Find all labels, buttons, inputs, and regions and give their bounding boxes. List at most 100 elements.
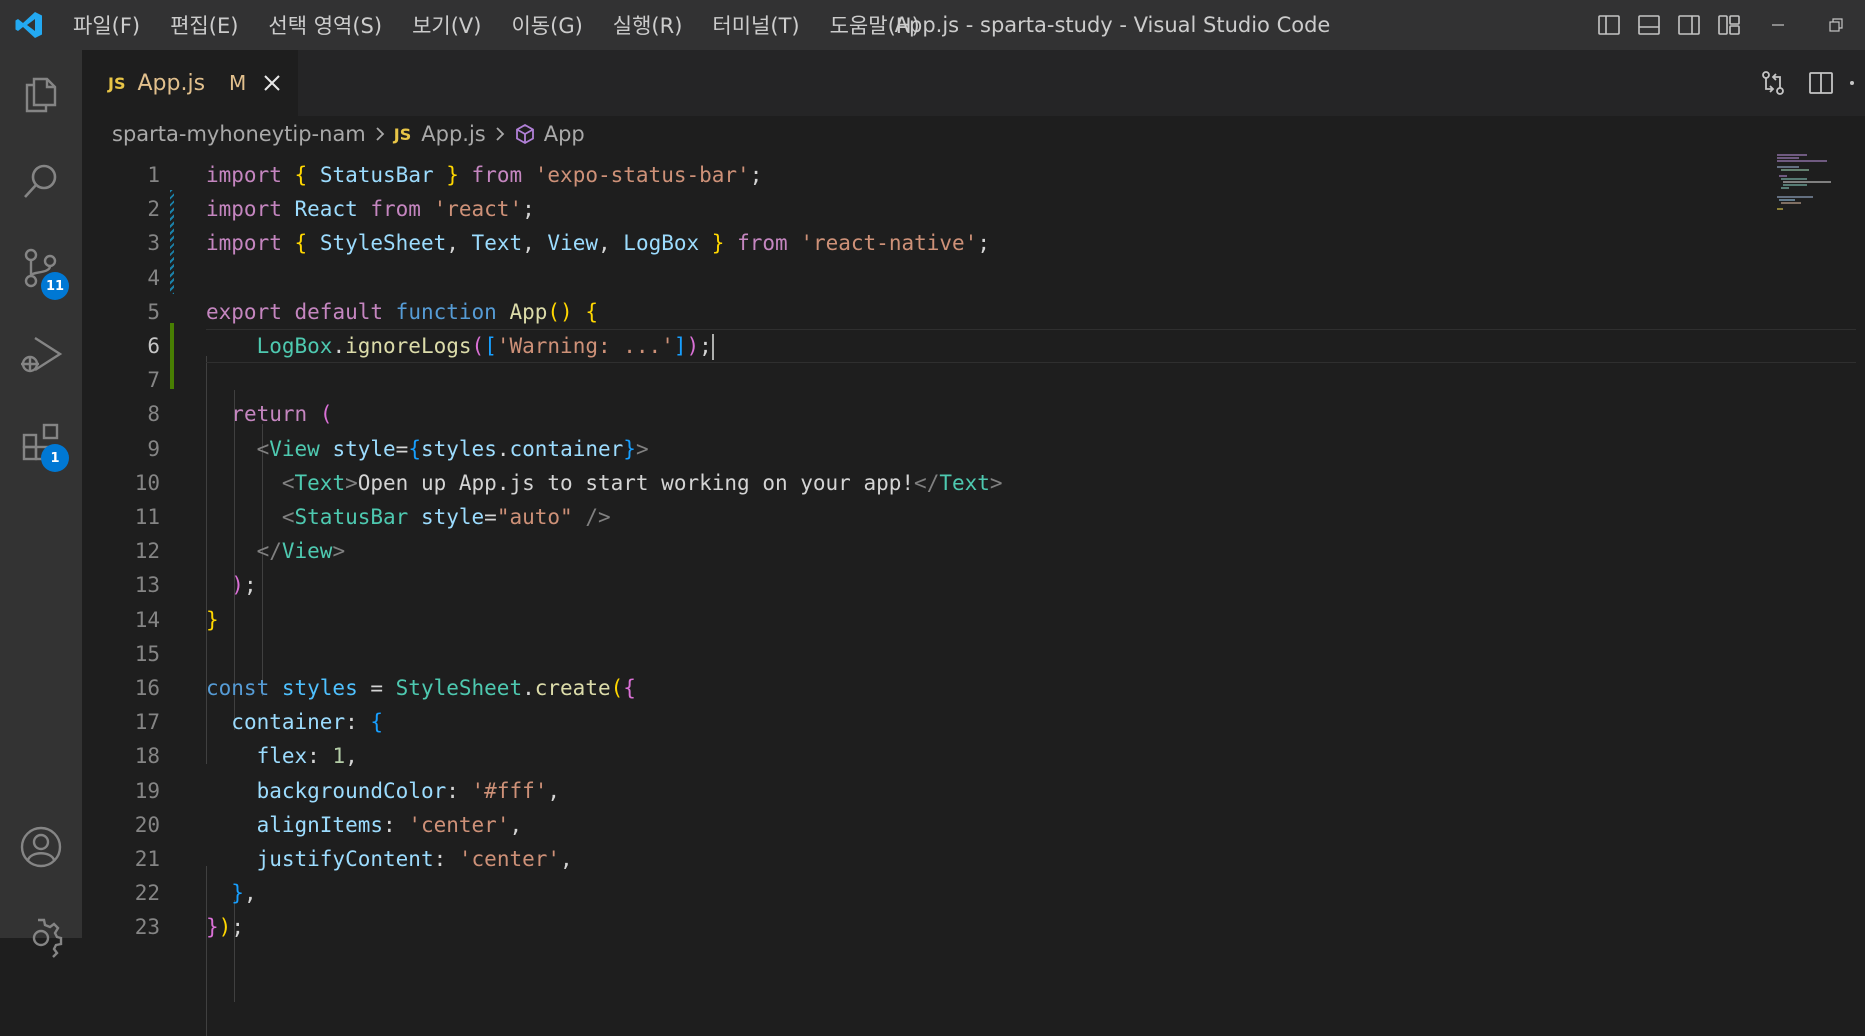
code-line[interactable]: 21 justifyContent: 'center', bbox=[82, 842, 1865, 876]
code-token: 'react-native' bbox=[800, 231, 978, 256]
code-token: ; bbox=[749, 163, 763, 187]
breadcrumb-folder[interactable]: sparta-myhoneytip-nam bbox=[112, 122, 366, 146]
minimize-button[interactable] bbox=[1749, 0, 1807, 50]
code-editor[interactable]: 1 import { StatusBar } from 'expo-status-… bbox=[82, 152, 1865, 1036]
more-actions-icon[interactable] bbox=[1845, 50, 1865, 116]
code-line[interactable]: 16 const styles = StyleSheet.create({ bbox=[82, 671, 1865, 705]
code-token: </ bbox=[914, 470, 940, 495]
js-file-icon: JS bbox=[108, 73, 126, 93]
line-content: ); bbox=[206, 568, 257, 602]
code-token: : bbox=[446, 778, 472, 803]
source-control-icon[interactable]: 11 bbox=[0, 228, 82, 308]
breadcrumb-symbol[interactable]: App bbox=[544, 122, 585, 146]
source-control-badge: 11 bbox=[41, 272, 69, 300]
code-line[interactable]: 10 <Text>Open up App.js to start working… bbox=[82, 466, 1865, 500]
code-line[interactable]: 19 backgroundColor: '#fff', bbox=[82, 774, 1865, 808]
code-line[interactable]: 4 bbox=[82, 261, 1865, 295]
menu-edit[interactable]: 편집(E) bbox=[155, 0, 253, 50]
code-line[interactable]: 2 import React from 'react'; bbox=[82, 192, 1865, 226]
text-cursor bbox=[711, 334, 714, 360]
code-token: 'expo-status-bar' bbox=[534, 163, 750, 187]
code-line[interactable]: 8 return ( bbox=[82, 397, 1865, 431]
editor-tabs-bar: JS App.js M bbox=[82, 50, 1865, 116]
title-controls bbox=[1589, 0, 1865, 50]
line-number: 6 bbox=[147, 334, 160, 358]
restore-button[interactable] bbox=[1807, 0, 1865, 50]
manage-gear-icon[interactable] bbox=[0, 898, 82, 978]
run-debug-icon[interactable] bbox=[0, 315, 82, 395]
customize-layout-icon[interactable] bbox=[1709, 0, 1749, 50]
toggle-primary-sidebar-icon[interactable] bbox=[1589, 0, 1629, 50]
title-bar: 파일(F) 편집(E) 선택 영역(S) 보기(V) 이동(G) 실행(R) 터… bbox=[0, 0, 1865, 50]
code-token: import bbox=[206, 163, 295, 187]
menu-go[interactable]: 이동(G) bbox=[496, 0, 597, 50]
code-token: . bbox=[522, 676, 535, 700]
menu-terminal[interactable]: 터미널(T) bbox=[697, 0, 814, 50]
breadcrumb-file[interactable]: App.js bbox=[421, 122, 485, 146]
menu-run[interactable]: 실행(R) bbox=[598, 0, 698, 50]
menu-view[interactable]: 보기(V) bbox=[397, 0, 496, 50]
line-number: 11 bbox=[134, 505, 160, 529]
open-changes-icon[interactable] bbox=[1749, 50, 1797, 116]
explorer-icon[interactable] bbox=[0, 54, 82, 134]
code-line[interactable]: 7 bbox=[82, 363, 1865, 397]
menu-help[interactable]: 도움말(H) bbox=[815, 0, 935, 50]
code-token: </ bbox=[256, 539, 282, 564]
code-token: 1 bbox=[332, 744, 346, 769]
code-token: styles bbox=[281, 676, 358, 700]
tab-app-js[interactable]: JS App.js M bbox=[82, 50, 298, 116]
line-content: <Text>Open up App.js to start working on… bbox=[206, 466, 1003, 500]
line-number: 9 bbox=[147, 436, 160, 461]
code-token: const bbox=[206, 676, 282, 700]
code-token: 'Warning: ...' bbox=[496, 334, 674, 358]
code-line[interactable]: 6 LogBox.ignoreLogs(['Warning: ...']); bbox=[82, 329, 1865, 363]
code-line[interactable]: 5 export default function App() { bbox=[82, 295, 1865, 329]
menu-file[interactable]: 파일(F) bbox=[58, 0, 155, 50]
toggle-secondary-sidebar-icon[interactable] bbox=[1669, 0, 1709, 50]
code-line[interactable]: 23}); bbox=[82, 910, 1865, 944]
line-number: 3 bbox=[147, 231, 160, 256]
code-line[interactable]: 1 import { StatusBar } from 'expo-status-… bbox=[82, 158, 1865, 192]
code-token: StatusBar bbox=[294, 505, 409, 529]
close-icon[interactable] bbox=[260, 71, 284, 95]
code-line[interactable]: 12 </View> bbox=[82, 534, 1865, 568]
extensions-icon[interactable]: 1 bbox=[0, 402, 82, 482]
split-editor-icon[interactable] bbox=[1797, 50, 1845, 116]
code-token: { bbox=[294, 163, 320, 187]
code-line[interactable]: 3 import { StyleSheet, Text, View, LogBox… bbox=[82, 226, 1865, 260]
line-number: 13 bbox=[134, 573, 160, 598]
code-token: 'center' bbox=[408, 812, 510, 837]
line-content: import { StyleSheet, Text, View, LogBox … bbox=[206, 226, 990, 260]
code-token: ; bbox=[243, 573, 257, 598]
minimap[interactable] bbox=[1777, 152, 1855, 212]
code-line[interactable]: 17 container: { bbox=[82, 705, 1865, 739]
code-line[interactable]: 20 alignItems: 'center', bbox=[82, 808, 1865, 842]
code-line[interactable]: 22 }, bbox=[82, 876, 1865, 910]
accounts-icon[interactable] bbox=[0, 807, 82, 887]
code-token: 'center' bbox=[458, 847, 561, 871]
code-line[interactable]: 15 bbox=[82, 637, 1865, 671]
code-token: Open up App.js to start working on your … bbox=[357, 470, 915, 495]
code-line[interactable]: 9 <View style={styles.container}> bbox=[82, 432, 1865, 466]
code-token: from bbox=[458, 163, 535, 187]
menu-selection[interactable]: 선택 영역(S) bbox=[253, 0, 397, 50]
code-line[interactable]: 18 flex: 1, bbox=[82, 739, 1865, 773]
code-token: . bbox=[332, 334, 346, 358]
code-line[interactable]: 14} bbox=[82, 603, 1865, 637]
code-token: function bbox=[395, 299, 510, 324]
code-token: StyleSheet bbox=[395, 676, 523, 700]
code-token: { bbox=[370, 710, 384, 735]
code-line[interactable]: 13 ); bbox=[82, 568, 1865, 602]
line-content: }, bbox=[206, 876, 256, 910]
toggle-panel-icon[interactable] bbox=[1629, 0, 1669, 50]
search-icon[interactable] bbox=[0, 141, 82, 221]
code-line[interactable]: 11 <StatusBar style="auto" /> bbox=[82, 500, 1865, 534]
editor-actions bbox=[1749, 50, 1865, 116]
code-token: ( bbox=[610, 676, 624, 700]
